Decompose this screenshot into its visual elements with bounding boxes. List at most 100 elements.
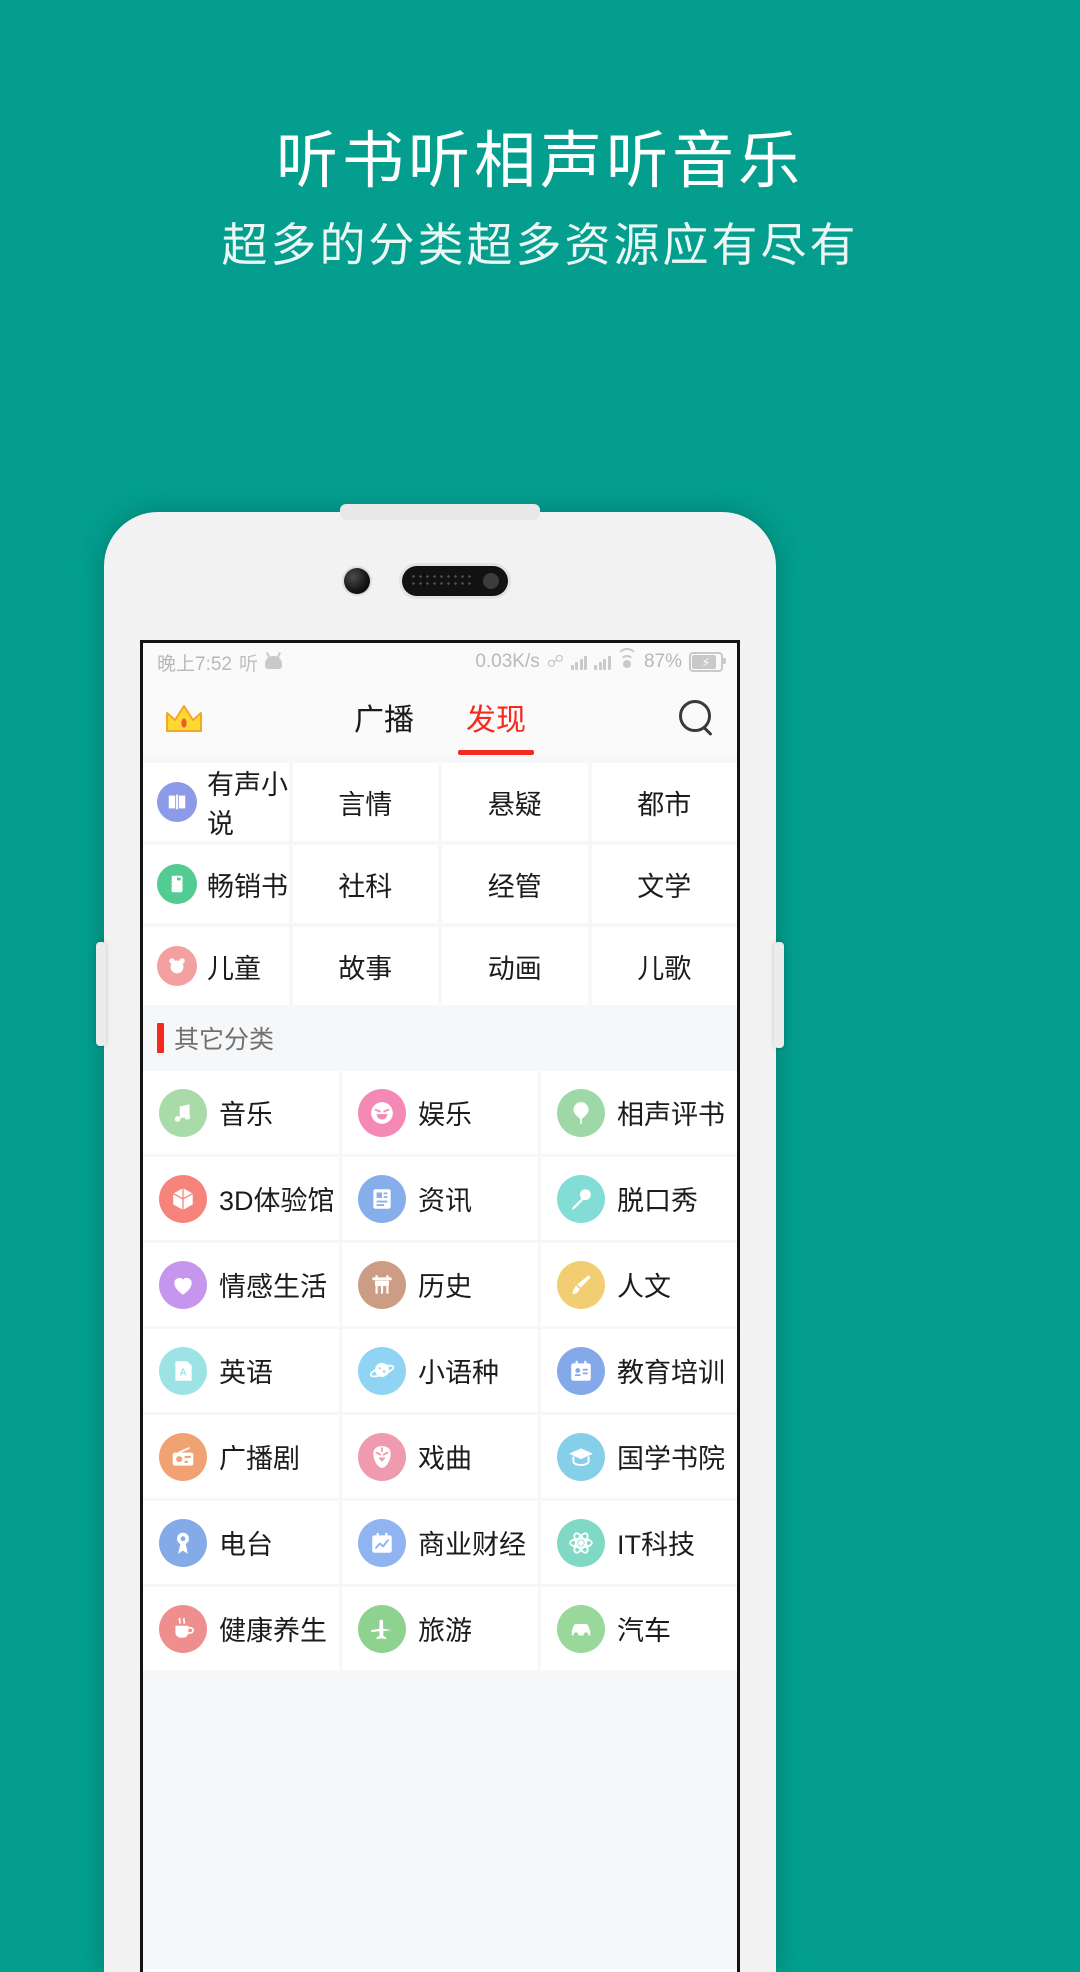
phone-side-button-left[interactable]	[96, 942, 106, 1046]
category-label: 有声小说	[207, 770, 288, 839]
other-category-cell[interactable]: 汽车	[541, 1587, 737, 1670]
category-label: 汽车	[617, 1616, 671, 1646]
category-label: 音乐	[219, 1100, 273, 1130]
category-label: 戏曲	[418, 1444, 472, 1474]
tab-broadcast[interactable]: 广播	[354, 695, 414, 755]
primary-category-lead-cell[interactable]: 畅销书	[143, 845, 289, 923]
category-label: 儿歌	[637, 953, 692, 984]
other-category-cell[interactable]: IT科技	[541, 1501, 737, 1584]
category-label: 悬疑	[487, 789, 542, 820]
status-bar: 晚上7:52 听 0.03K/s ☍ 87% ⚡	[143, 643, 737, 681]
section-title: 其它分类	[174, 1026, 275, 1054]
category-label: 人文	[617, 1272, 671, 1302]
promo-header: 听书听相声听音乐 超多的分类超多资源应有尽有	[0, 0, 1080, 273]
other-category-cell[interactable]: 音乐	[143, 1071, 339, 1154]
other-category-cell[interactable]: 相声评书	[541, 1071, 737, 1154]
app-nav-bar: 广播 发现	[143, 681, 737, 755]
notebook-icon	[157, 864, 197, 904]
primary-category-cell[interactable]: 都市	[591, 763, 737, 841]
category-label: 文学	[637, 871, 692, 902]
opera-mask-icon	[358, 1432, 406, 1481]
other-category-cell[interactable]: 娱乐	[342, 1071, 538, 1154]
phone-mockup: 晚上7:52 听 0.03K/s ☍ 87% ⚡ 广播 发现 有声小说 言情 悬…	[96, 504, 784, 1972]
primary-category-cell[interactable]: 故事	[292, 927, 438, 1005]
category-label: 社科	[338, 871, 393, 902]
search-icon[interactable]	[677, 698, 717, 738]
other-category-cell[interactable]: 广播剧	[143, 1415, 339, 1498]
car-icon	[557, 1604, 605, 1653]
music-note-icon	[159, 1088, 207, 1137]
other-category-cell[interactable]: 小语种	[342, 1329, 538, 1412]
bluetooth-icon: ☍	[546, 652, 564, 671]
other-category-cell[interactable]: 情感生活	[143, 1243, 339, 1326]
broadcast-badge-icon	[159, 1518, 207, 1567]
category-label: 广播剧	[219, 1444, 300, 1474]
primary-category-cell[interactable]: 悬疑	[442, 763, 588, 841]
section-header-other: 其它分类	[143, 1005, 737, 1071]
svg-text:A: A	[179, 1367, 186, 1378]
primary-category-grid: 有声小说 言情 悬疑 都市畅销书 社科 经管 文学儿童 故事 动画 儿歌	[143, 755, 737, 1005]
other-category-cell[interactable]: 戏曲	[342, 1415, 538, 1498]
chart-board-icon	[358, 1518, 406, 1567]
front-camera-icon	[344, 568, 370, 594]
balloon-icon	[557, 1088, 605, 1137]
discover-content[interactable]: 有声小说 言情 悬疑 都市畅销书 社科 经管 文学儿童 故事 动画 儿歌 其它分类 音乐 娱乐 相声评…	[143, 755, 737, 1969]
other-category-cell[interactable]: 人文	[541, 1243, 737, 1326]
other-category-cell[interactable]: 3D体验馆	[143, 1157, 339, 1240]
graduation-cap-icon	[557, 1432, 605, 1481]
primary-category-cell[interactable]: 儿歌	[591, 927, 737, 1005]
category-label: 小语种	[418, 1358, 499, 1388]
other-category-cell[interactable]: 电台	[143, 1501, 339, 1584]
bear-face-icon	[157, 946, 197, 986]
category-label: 动画	[487, 953, 542, 984]
earpiece-speaker-icon	[402, 566, 508, 596]
other-category-cell[interactable]: 商业财经	[342, 1501, 538, 1584]
other-category-cell[interactable]: 健康养生	[143, 1587, 339, 1670]
category-label: 历史	[418, 1272, 472, 1302]
section-accent-bar	[157, 1023, 164, 1053]
category-label: 言情	[338, 789, 393, 820]
primary-category-cell[interactable]: 言情	[292, 763, 438, 841]
battery-percent-label: 87%	[643, 651, 682, 672]
crown-icon[interactable]	[163, 701, 205, 735]
signal-icon-sim1	[570, 655, 588, 670]
teacup-icon	[159, 1604, 207, 1653]
primary-category-cell[interactable]: 经管	[442, 845, 588, 923]
category-label: 情感生活	[219, 1272, 327, 1302]
phone-bezel-top	[104, 512, 776, 640]
category-label: 商业财经	[418, 1530, 526, 1560]
primary-category-cell[interactable]: 社科	[292, 845, 438, 923]
tab-discover[interactable]: 发现	[458, 695, 534, 755]
net-speed-label: 0.03K/s	[475, 651, 540, 672]
category-label: 教育培训	[617, 1358, 725, 1388]
ding-vessel-icon	[358, 1260, 406, 1309]
other-category-cell[interactable]: 脱口秀	[541, 1157, 737, 1240]
promo-subtitle: 超多的分类超多资源应有尽有	[221, 219, 859, 272]
category-label: 资讯	[418, 1186, 472, 1216]
other-category-cell[interactable]: 历史	[342, 1243, 538, 1326]
category-label: IT科技	[617, 1530, 695, 1560]
primary-category-cell[interactable]: 文学	[591, 845, 737, 923]
category-label: 经管	[487, 871, 542, 902]
airplane-icon	[358, 1604, 406, 1653]
nav-tabs: 广播 发现	[143, 681, 737, 755]
other-category-cell[interactable]: 教育培训	[541, 1329, 737, 1412]
category-label: 娱乐	[418, 1100, 472, 1130]
other-category-cell[interactable]: 资讯	[342, 1157, 538, 1240]
other-category-cell[interactable]: A 英语	[143, 1329, 339, 1412]
primary-category-cell[interactable]: 动画	[442, 927, 588, 1005]
android-icon	[265, 655, 282, 669]
microphone-icon	[557, 1174, 605, 1223]
other-category-cell[interactable]: 旅游	[342, 1587, 538, 1670]
primary-category-lead-cell[interactable]: 儿童	[143, 927, 289, 1005]
phone-side-button-right[interactable]	[774, 942, 784, 1048]
category-label: 故事	[338, 953, 393, 984]
category-label: 健康养生	[219, 1616, 327, 1646]
proximity-sensor-icon	[483, 573, 499, 589]
paintbrush-icon	[557, 1260, 605, 1309]
primary-category-lead-cell[interactable]: 有声小说	[143, 763, 289, 841]
other-category-cell[interactable]: 国学书院	[541, 1415, 737, 1498]
other-category-grid: 音乐 娱乐 相声评书 3D体验馆 资讯 脱口秀情感生活 历史 人文 A 英语 小语种 教育培训广播剧 戏…	[143, 1071, 737, 1670]
radio-icon	[159, 1432, 207, 1481]
category-label: 国学书院	[617, 1444, 725, 1474]
